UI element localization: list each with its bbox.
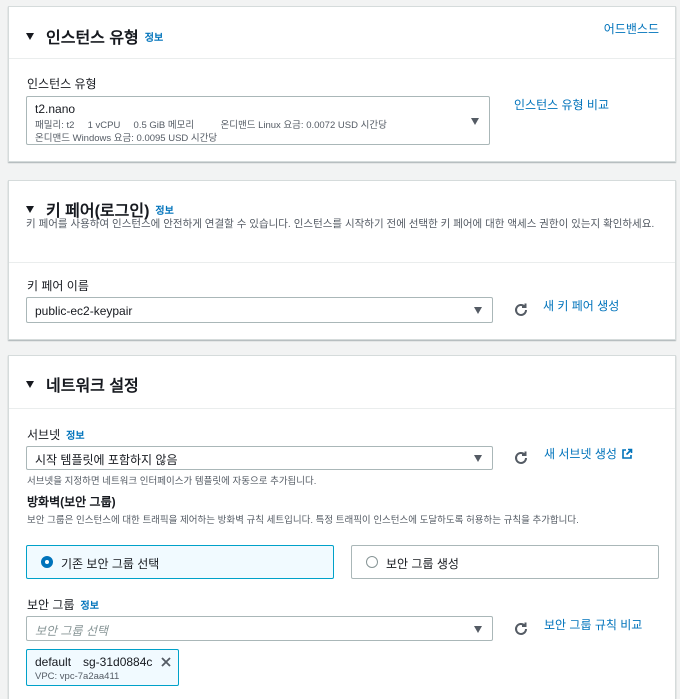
close-icon[interactable] bbox=[160, 656, 172, 668]
chevron-down-icon bbox=[471, 117, 479, 125]
key-pair-header[interactable]: 키 페어(로그인) 정보 키 페어를 사용하여 인스턴스에 안전하게 연결할 수… bbox=[9, 181, 675, 263]
instance-type-selected: t2.nano bbox=[35, 102, 76, 116]
external-link-icon bbox=[622, 448, 633, 459]
instance-type-header[interactable]: 인스턴스 유형 정보 어드밴스드 bbox=[9, 7, 675, 59]
sg-label-row: 보안 그룹 정보 bbox=[27, 596, 99, 613]
sg-placeholder: 보안 그룹 선택 bbox=[35, 624, 108, 638]
instance-type-title: 인스턴스 유형 bbox=[46, 30, 139, 47]
sg-select[interactable]: 보안 그룹 선택 bbox=[26, 616, 493, 641]
instance-type-field-label: 인스턴스 유형 bbox=[27, 77, 97, 91]
chevron-down-icon bbox=[474, 307, 482, 314]
subnet-select[interactable]: 시작 템플릿에 포함하지 않음 bbox=[26, 446, 493, 470]
token-vpc: VPC: vpc-7a2aa411 bbox=[35, 671, 120, 682]
instance-type-select[interactable]: t2.nano 패밀리: t2 1 vCPU 0.5 GiB 메모리 온디맨드 … bbox=[26, 96, 490, 145]
instance-type-panel: 인스턴스 유형 정보 어드밴스드 인스턴스 유형 t2.nano 패밀리: t2… bbox=[8, 6, 676, 162]
instance-type-info-link[interactable]: 정보 bbox=[145, 29, 163, 44]
firewall-description: 보안 그룹은 인스턴스에 대한 트래픽을 제어하는 방화벽 규칙 세트입니다. … bbox=[27, 515, 579, 526]
refresh-icon[interactable] bbox=[512, 301, 530, 319]
token-name: default bbox=[35, 655, 72, 669]
key-pair-info-link[interactable]: 정보 bbox=[155, 202, 173, 217]
subnet-hint: 서브넷을 지정하면 네트워크 인터페이스가 템플릿에 자동으로 추가됩니다. bbox=[27, 476, 317, 487]
firewall-label: 방화벽(보안 그룹) bbox=[27, 495, 116, 509]
key-pair-description: 키 페어를 사용하여 인스턴스에 안전하게 연결할 수 있습니다. 인스턴스를 … bbox=[26, 218, 655, 230]
subnet-selected: 시작 템플릿에 포함하지 않음 bbox=[35, 453, 178, 467]
create-sg-option[interactable]: 보안 그룹 생성 bbox=[351, 545, 659, 579]
advisor-link[interactable]: 어드밴스드 bbox=[604, 20, 659, 37]
caret-down-icon[interactable] bbox=[26, 205, 34, 213]
instance-type-detail-2: 온디맨드 Windows 요금: 0.0095 USD 시간당 bbox=[35, 133, 218, 144]
refresh-icon[interactable] bbox=[512, 620, 530, 638]
sg-info-link[interactable]: 정보 bbox=[81, 597, 99, 612]
key-pair-field-label: 키 페어 이름 bbox=[27, 279, 89, 293]
compare-instance-types-link[interactable]: 인스턴스 유형 비교 bbox=[514, 96, 609, 113]
key-pair-selected: public-ec2-keypair bbox=[35, 304, 133, 318]
instance-type-detail-1: 패밀리: t2 1 vCPU 0.5 GiB 메모리 온디맨드 Linux 요금… bbox=[35, 120, 387, 131]
create-sg-label: 보안 그룹 생성 bbox=[386, 557, 459, 571]
key-pair-panel: 키 페어(로그인) 정보 키 페어를 사용하여 인스턴스에 안전하게 연결할 수… bbox=[8, 180, 676, 340]
key-pair-select[interactable]: public-ec2-keypair bbox=[26, 297, 493, 323]
token-id: sg-31d0884c bbox=[83, 655, 153, 669]
chevron-down-icon bbox=[474, 455, 482, 462]
subnet-label: 서브넷 bbox=[27, 428, 61, 442]
sg-label: 보안 그룹 bbox=[27, 598, 75, 612]
compare-sg-rules-link[interactable]: 보안 그룹 규칙 비교 bbox=[544, 616, 642, 633]
refresh-icon[interactable] bbox=[512, 449, 530, 467]
new-subnet-link-row[interactable]: 새 서브넷 생성 bbox=[544, 445, 633, 462]
chevron-down-icon bbox=[474, 625, 482, 633]
create-key-pair-link[interactable]: 새 키 페어 생성 bbox=[543, 297, 619, 314]
new-subnet-link[interactable]: 새 서브넷 생성 bbox=[544, 445, 617, 462]
subnet-label-row: 서브넷 정보 bbox=[27, 426, 85, 443]
network-header[interactable]: 네트워크 설정 bbox=[9, 356, 675, 409]
network-settings-panel: 네트워크 설정 서브넷 정보 시작 템플릿에 포함하지 않음 새 서브넷 생성 … bbox=[8, 355, 676, 699]
subnet-info-link[interactable]: 정보 bbox=[66, 427, 84, 442]
existing-sg-label: 기존 보안 그룹 선택 bbox=[61, 557, 160, 571]
selected-sg-token: default sg-31d0884c VPC: vpc-7a2aa411 bbox=[26, 649, 179, 686]
existing-sg-option[interactable]: 기존 보안 그룹 선택 bbox=[26, 545, 334, 579]
radio-selected-icon[interactable] bbox=[41, 556, 53, 568]
radio-unselected-icon[interactable] bbox=[366, 556, 378, 568]
caret-down-icon[interactable] bbox=[26, 380, 34, 388]
caret-down-icon[interactable] bbox=[26, 32, 34, 40]
network-title: 네트워크 설정 bbox=[46, 378, 139, 395]
